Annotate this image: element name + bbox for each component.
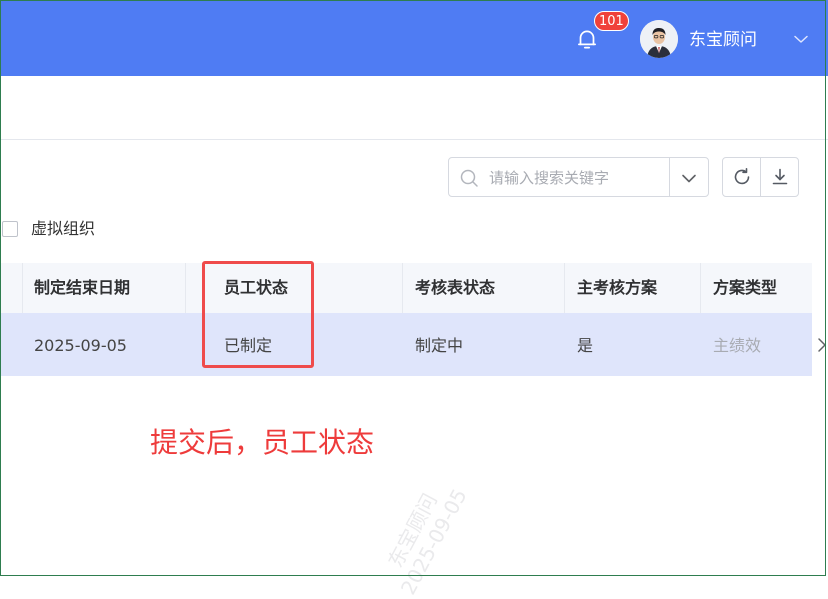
virtual-org-checkbox[interactable] <box>2 221 18 237</box>
column-header-main-plan[interactable]: 主考核方案 <box>577 277 657 299</box>
avatar[interactable] <box>640 20 678 58</box>
chevron-down-icon[interactable] <box>792 30 810 48</box>
cell-plan-type: 主绩效 <box>713 336 762 355</box>
download-button[interactable] <box>760 157 799 197</box>
annotation-text: 提交后，员工状态 <box>150 426 375 459</box>
download-icon <box>772 168 788 185</box>
column-header-plan-type[interactable]: 方案类型 <box>713 277 777 299</box>
column-header-form-status[interactable]: 考核表状态 <box>415 277 495 299</box>
chevron-right-icon[interactable] <box>814 334 828 356</box>
cell-main-plan: 是 <box>577 336 594 355</box>
section-divider <box>0 139 828 140</box>
search-box[interactable] <box>448 157 709 197</box>
notification-badge: 101 <box>594 11 629 31</box>
chevron-down-icon[interactable] <box>679 168 699 188</box>
column-separator <box>700 263 701 313</box>
search-input[interactable] <box>487 164 671 192</box>
bell-icon[interactable] <box>574 26 600 52</box>
search-separator <box>669 158 670 196</box>
refresh-button[interactable] <box>722 157 761 197</box>
highlight-box <box>202 261 314 368</box>
watermark: 东宝顾问 2025-09-05 <box>375 473 471 599</box>
cell-form-status: 制定中 <box>415 336 464 355</box>
refresh-icon <box>734 168 750 185</box>
column-separator <box>564 263 565 313</box>
virtual-org-label[interactable]: 虚拟组织 <box>31 218 95 240</box>
search-icon <box>460 169 478 187</box>
cell-end-date: 2025-09-05 <box>34 336 127 355</box>
column-separator <box>185 263 186 313</box>
user-name[interactable]: 东宝顾问 <box>689 29 757 51</box>
column-separator <box>22 263 23 313</box>
column-header-end-date[interactable]: 制定结束日期 <box>34 277 130 299</box>
column-separator <box>402 263 403 313</box>
